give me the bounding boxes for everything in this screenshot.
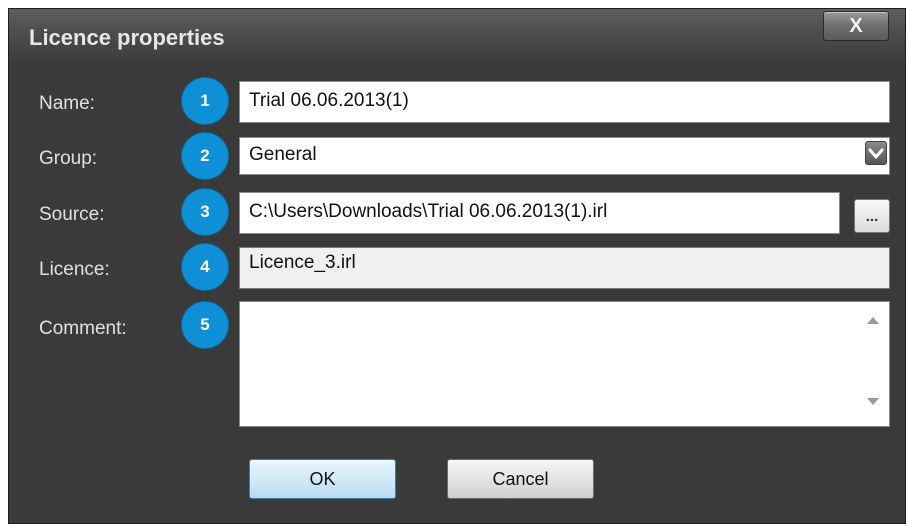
licence-properties-dialog: Licence properties X Name: 1 Trial 06.06… [8,8,906,524]
licence-field: Licence_3.irl [239,247,890,289]
name-input[interactable]: Trial 06.06.2013(1) [239,81,890,123]
comment-label: Comment: [39,318,127,339]
step-badge-1: 1 [182,78,228,124]
source-input[interactable]: C:\Users\Downloads\Trial 06.06.2013(1).i… [239,192,840,234]
group-label: Group: [39,148,98,169]
step-badge-2: 2 [182,133,228,179]
cancel-button[interactable]: Cancel [447,459,594,499]
scroll-up-icon[interactable] [867,317,879,324]
ok-button[interactable]: OK [249,459,396,499]
dialog-title: Licence properties [29,25,225,50]
browse-button[interactable]: ... [854,199,890,233]
licence-label: Licence: [39,259,110,280]
title-bar[interactable]: Licence properties X [9,9,905,61]
step-badge-4: 4 [182,244,228,290]
comment-scrollbar[interactable] [858,303,888,425]
name-label: Name: [39,93,95,114]
step-badge-3: 3 [182,189,228,235]
comment-textarea[interactable] [239,301,890,427]
source-label: Source: [39,204,105,225]
step-badge-5: 5 [182,302,228,348]
scroll-down-icon[interactable] [867,398,879,405]
chevron-down-icon[interactable] [865,141,887,165]
close-button[interactable]: X [823,11,889,41]
group-select-value: General [249,144,317,165]
group-select[interactable]: General [239,137,890,175]
